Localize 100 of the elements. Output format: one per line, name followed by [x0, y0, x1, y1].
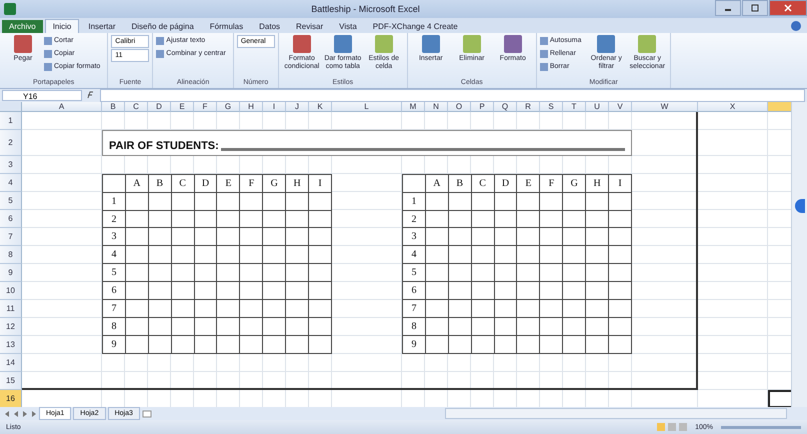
column-header[interactable]: O [448, 102, 471, 112]
column-header[interactable]: I [263, 102, 286, 112]
row-header[interactable]: 7 [0, 228, 22, 246]
table-cell: 7 [403, 300, 426, 318]
row-header[interactable]: 8 [0, 246, 22, 264]
formula-field[interactable] [100, 88, 805, 102]
table-cell [426, 210, 449, 228]
table-cell: 1 [403, 192, 426, 211]
table-cell [172, 318, 195, 336]
column-header[interactable]: P [471, 102, 494, 112]
table-cell [286, 282, 310, 300]
column-header[interactable]: W [632, 102, 698, 112]
ribbon-tab[interactable]: Diseño de página [124, 20, 201, 33]
row-header[interactable]: 13 [0, 336, 22, 354]
column-header[interactable]: H [240, 102, 263, 112]
table-cell [286, 264, 310, 282]
ribbon-tab[interactable]: Vista [332, 20, 364, 33]
column-header[interactable]: R [517, 102, 540, 112]
row-header[interactable]: 1 [0, 112, 22, 130]
table-cell [494, 300, 518, 318]
row-header[interactable]: 3 [0, 156, 22, 174]
column-header[interactable]: D [148, 102, 171, 112]
table-cell [194, 210, 218, 228]
column-header[interactable]: N [425, 102, 448, 112]
table-cell [172, 300, 195, 318]
row-header[interactable]: 15 [0, 372, 22, 390]
row-header[interactable]: 6 [0, 210, 22, 228]
column-header[interactable]: K [309, 102, 332, 112]
column-header[interactable]: F [194, 102, 217, 112]
row-header[interactable]: 2 [0, 130, 22, 156]
table-cell [263, 264, 286, 282]
column-header[interactable]: J [286, 102, 309, 112]
column-header[interactable]: U [586, 102, 609, 112]
column-header[interactable]: V [609, 102, 632, 112]
table-cell [586, 210, 610, 228]
new-sheet-icon[interactable] [142, 410, 152, 418]
table-cell [194, 228, 218, 246]
command-icon [292, 34, 311, 53]
table-cell [586, 246, 610, 264]
column-header[interactable]: B [102, 102, 125, 112]
close-button[interactable] [769, 0, 807, 16]
row-header[interactable]: 16 [0, 390, 22, 408]
table-cell [194, 192, 218, 211]
table-cell [472, 228, 495, 246]
row-header[interactable]: 14 [0, 354, 22, 372]
column-header[interactable]: Q [494, 102, 517, 112]
row-header[interactable]: 12 [0, 318, 22, 336]
row-header[interactable]: 10 [0, 282, 22, 300]
table-cell: 5 [103, 264, 126, 282]
table-cell [586, 192, 610, 211]
table-cell [563, 282, 586, 300]
table-cell [148, 318, 172, 336]
help-icon[interactable] [791, 20, 801, 31]
table-cell [540, 264, 564, 282]
column-header[interactable]: G [217, 102, 240, 112]
close-icon [784, 4, 792, 12]
vertical-scrollbar[interactable] [791, 102, 807, 408]
table-cell [126, 246, 149, 264]
horizontal-scrollbar[interactable] [445, 408, 787, 420]
table-cell: D [194, 174, 218, 193]
table-cell [148, 264, 172, 282]
table-cell [426, 246, 449, 264]
column-header[interactable]: X [698, 102, 768, 112]
maximize-button[interactable] [742, 0, 768, 16]
column-header[interactable]: A [22, 102, 102, 112]
table-cell [426, 228, 449, 246]
ribbon-tab[interactable]: Insertar [81, 20, 122, 33]
column-header[interactable]: S [540, 102, 563, 112]
table-cell: E [217, 174, 240, 193]
window-title: Battleship - Microsoft Excel [310, 4, 421, 14]
row-header[interactable]: 4 [0, 174, 22, 192]
table-cell [563, 264, 586, 282]
ribbon-tab[interactable]: Revisar [289, 20, 330, 33]
table-cell: 2 [103, 210, 126, 228]
row-header[interactable]: 11 [0, 300, 22, 318]
table-cell [172, 264, 195, 282]
table-cell: 3 [403, 228, 426, 246]
column-header[interactable]: C [125, 102, 148, 112]
name-box[interactable]: Y16 [2, 90, 82, 101]
table-cell [540, 282, 564, 300]
ribbon-tab[interactable]: Datos [252, 20, 288, 33]
column-header[interactable]: M [402, 102, 425, 112]
table-cell [517, 228, 540, 246]
column-header[interactable]: T [563, 102, 586, 112]
ribbon-tab[interactable]: Fórmulas [202, 20, 250, 33]
table-cell [517, 318, 540, 336]
table-cell [517, 210, 540, 228]
minimize-button[interactable] [715, 0, 741, 16]
column-header[interactable]: L [332, 102, 402, 112]
table-cell: 9 [403, 336, 426, 354]
table-cell [448, 192, 472, 211]
table-cell: F [540, 174, 564, 193]
column-header[interactable]: E [171, 102, 194, 112]
ribbon-tab[interactable]: Archivo [2, 20, 43, 33]
row-header[interactable]: 5 [0, 192, 22, 210]
table-cell: A [426, 174, 449, 193]
ribbon-tab[interactable]: Inicio [44, 18, 80, 33]
row-header[interactable]: 9 [0, 264, 22, 282]
sheet-navigation-icon[interactable] [3, 410, 37, 418]
ribbon-tab[interactable]: PDF-XChange 4 Create [366, 20, 465, 33]
